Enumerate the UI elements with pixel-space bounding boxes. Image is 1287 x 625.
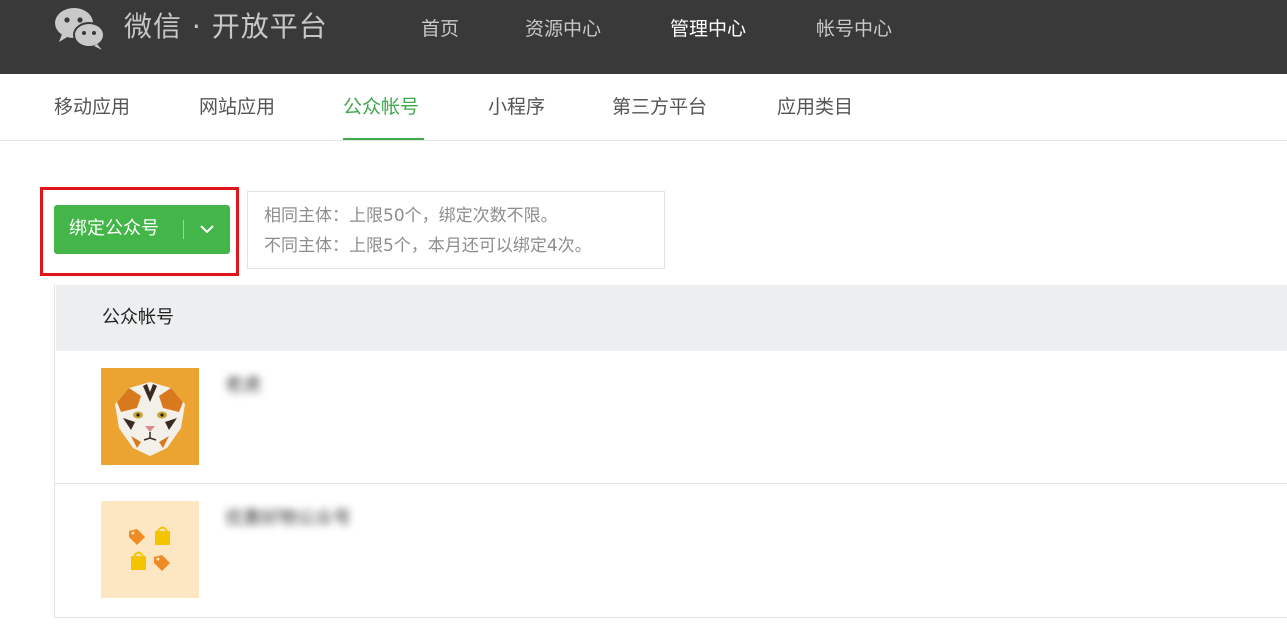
bind-official-account-button[interactable]: 绑定公众号 [54,205,230,254]
tab-mini-programs[interactable]: 小程序 [488,94,545,120]
table-row[interactable]: 老虎 [55,351,1287,484]
top-navigation-bar: 微信 · 开放平台 首页 资源中心 管理中心 帐号中心 [0,0,1287,74]
tab-mobile-apps[interactable]: 移动应用 [54,94,130,120]
top-nav-resources[interactable]: 资源中心 [525,17,601,41]
account-name[interactable]: 老虎 [225,374,261,398]
shopping-tags-avatar-icon [101,501,199,598]
tab-official-accounts[interactable]: 公众帐号 [343,94,419,120]
top-nav-management[interactable]: 管理中心 [670,17,746,41]
limit-note-different-entity: 不同主体：上限5个，本月还可以绑定4次。 [264,236,592,256]
sub-navigation-tabs: 移动应用 网站应用 公众帐号 小程序 第三方平台 应用类目 [0,74,1287,141]
top-nav-home[interactable]: 首页 [421,17,459,41]
button-divider [183,220,184,239]
tab-web-apps[interactable]: 网站应用 [199,94,275,120]
column-header-account: 公众帐号 [102,307,174,328]
binding-limit-note: 相同主体：上限50个，绑定次数不限。 不同主体：上限5个，本月还可以绑定4次。 [247,191,665,269]
official-accounts-table: 公众帐号 老虎 优惠好物公众号 [54,284,1287,618]
account-name[interactable]: 优惠好物公众号 [225,507,351,531]
table-header: 公众帐号 [56,285,1287,351]
wechat-logo-icon[interactable] [54,5,106,51]
tab-app-categories[interactable]: 应用类目 [777,94,853,120]
table-row[interactable]: 优惠好物公众号 [55,484,1287,617]
limit-note-same-entity: 相同主体：上限50个，绑定次数不限。 [264,206,558,226]
bind-button-label: 绑定公众号 [69,218,159,239]
tab-third-party-platforms[interactable]: 第三方平台 [612,94,707,120]
brand-title[interactable]: 微信 · 开放平台 [124,9,328,45]
chevron-down-icon[interactable] [198,219,216,239]
top-nav-account[interactable]: 帐号中心 [816,17,892,41]
tiger-avatar-icon [101,368,199,465]
active-tab-indicator [343,138,424,140]
